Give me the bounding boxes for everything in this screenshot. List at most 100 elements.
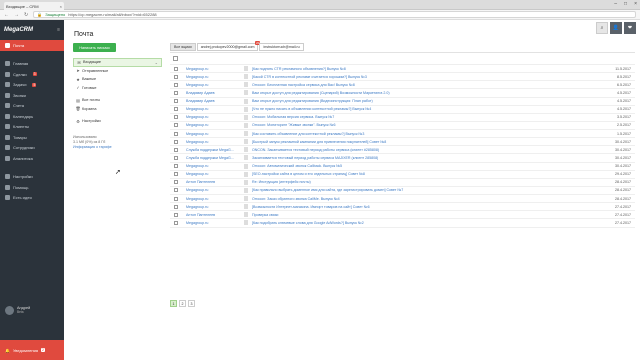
row-checkbox[interactable] (174, 204, 178, 209)
mail-row[interactable]: Megagroup.ru Orrooon: Мобильная версия се… (170, 114, 635, 122)
row-checkbox[interactable] (174, 90, 178, 95)
mail-row[interactable]: Megagroup.ru [Как поднять CTR рекламного … (170, 65, 635, 74)
mail-row[interactable]: Владимир Адаев Вам открыт доступ для реда… (170, 98, 635, 106)
row-checkbox[interactable] (174, 107, 178, 112)
sidebar-item-analytics[interactable]: Аналитика (0, 153, 64, 164)
mail-subject[interactable]: Orrooon: Автоматический звонок Callback.… (252, 164, 603, 168)
mail-subject[interactable]: Orrooon: Бесплатная настройка сервиса дл… (252, 83, 603, 87)
user-profile[interactable]: Андрей Beta (0, 300, 64, 320)
row-checkbox[interactable] (174, 164, 178, 169)
page-button[interactable]: 3 (188, 300, 195, 307)
sidebar-item-calls[interactable]: Звонки (0, 90, 64, 101)
back-icon[interactable]: ← (4, 12, 9, 18)
row-checkbox[interactable] (174, 123, 178, 128)
sidebar-item-tasks[interactable]: Задачи 5 (0, 80, 64, 91)
browser-tab[interactable]: Входящие – CRM × (4, 2, 64, 10)
folder-done[interactable]: ✓ Готовые (73, 84, 162, 93)
mail-subject[interactable]: Заканчивается тестовый период работы сер… (252, 156, 603, 160)
minimize-icon[interactable]: – (614, 1, 617, 7)
folder-all-mail[interactable]: ▤ Все почты (73, 96, 162, 105)
mail-subject[interactable]: [Как поднять CTR рекламного объявления?]… (252, 67, 603, 71)
tab-all-mailboxes[interactable]: Все ящики (170, 43, 196, 51)
sidebar-item-deals[interactable]: Сделки 3 (0, 69, 64, 80)
mail-subject[interactable]: Orrooon: Заказ обратного звонка CallMe. … (252, 197, 603, 201)
mail-row[interactable]: Megagroup.ru Orrooon: Бесплатная настройк… (170, 81, 635, 90)
mail-row[interactable]: Владимир Адаев Вам открыт доступ для реда… (170, 89, 635, 98)
mail-row[interactable]: Антон Пантелеев Проверка связи 27.4.2017 (170, 211, 635, 220)
mail-subject[interactable]: [SEO-настройки сайта в целом и его отдел… (252, 172, 603, 176)
row-checkbox[interactable] (174, 196, 178, 201)
gift-button[interactable]: ❤ (624, 22, 636, 34)
row-checkbox[interactable] (174, 74, 178, 79)
mail-subject[interactable]: Вам открыт доступ для редактирования (Ви… (252, 99, 603, 103)
search-button[interactable]: ⌕ (596, 22, 608, 34)
mail-row[interactable]: Megagroup.ru [Быстрый запуск рекламной ка… (170, 138, 635, 147)
tariff-link[interactable]: Информация о тарифе (73, 145, 162, 150)
mail-subject[interactable]: [Что не нужно писать в объявлении контек… (252, 107, 603, 111)
mail-row[interactable]: Megagroup.ru [Что не нужно писать в объяв… (170, 106, 635, 114)
mail-row[interactable]: Megagroup.ru [SEO-настройки сайта в целом… (170, 171, 635, 179)
row-checkbox[interactable] (174, 155, 178, 160)
notifications-button[interactable]: 🔔 Уведомления 2 (0, 340, 64, 360)
mail-row[interactable]: Служба поддержки MegaG... ONCON. Заканчив… (170, 146, 635, 155)
row-checkbox[interactable] (174, 115, 178, 120)
mail-subject[interactable]: Проверка связи (252, 213, 603, 217)
mail-subject[interactable]: [Возможности Интернет-магазина. Импорт т… (252, 205, 603, 209)
mail-row[interactable]: Megagroup.ru [Как составить объявление дл… (170, 130, 635, 139)
row-checkbox[interactable] (174, 139, 178, 144)
row-checkbox[interactable] (174, 99, 178, 104)
mail-row[interactable]: Megagroup.ru [Как правильно выбрать домен… (170, 187, 635, 195)
row-checkbox[interactable] (174, 66, 178, 71)
tab-mailru-account[interactable]: instruktorruch@mail.ru (259, 43, 304, 51)
reload-icon[interactable]: ↻ (24, 12, 28, 18)
mail-row[interactable]: Megagroup.ru Orrooon: Мониторинг "Живые з… (170, 122, 635, 130)
mail-subject[interactable]: Re: Инструкция (интерфейс почты) (252, 180, 603, 184)
profile-button[interactable]: 👤 (610, 22, 622, 34)
mail-subject[interactable]: [Как составить объявление для контекстно… (252, 132, 603, 136)
maximize-icon[interactable]: □ (624, 1, 627, 7)
sidebar-item-clients[interactable]: Клиенты (0, 122, 64, 133)
folder-important[interactable]: ★ Важные (73, 75, 162, 84)
mail-subject[interactable]: Orrooon: Мобильная версия сервиса. Выпус… (252, 115, 603, 119)
sidebar-item-idea[interactable]: Есть идея (0, 193, 64, 204)
mail-subject[interactable]: [Какой CTR в контекстной рекламе считает… (252, 75, 603, 79)
window-close-icon[interactable]: × (634, 1, 637, 7)
url-field[interactable]: 🔒 Защищено https://cp.megacrm.ru/mail/al… (33, 11, 636, 18)
sidebar-item-help[interactable]: Помощь (0, 182, 64, 193)
folder-settings[interactable]: ⚙ Настройки (73, 117, 162, 126)
page-button[interactable]: 2 (179, 300, 186, 307)
sidebar-item-invoices[interactable]: Счета (0, 101, 64, 112)
row-checkbox[interactable] (174, 131, 178, 136)
forward-icon[interactable]: → (14, 12, 19, 18)
mail-subject[interactable]: [Как правильно выбрать доменное имя для … (252, 188, 603, 192)
row-checkbox[interactable] (174, 172, 178, 177)
sidebar-item-staff[interactable]: Сотрудники (0, 143, 64, 154)
mail-row[interactable]: Megagroup.ru Orrooon: Автоматический звон… (170, 163, 635, 171)
mail-subject[interactable]: [Быстрый запуск рекламной кампании для п… (252, 140, 603, 144)
mail-row[interactable]: Антон Пантелеев Re: Инструкция (интерфейс… (170, 179, 635, 187)
row-checkbox[interactable] (174, 147, 178, 152)
mail-row[interactable]: Megagroup.ru [Какой CTR в контекстной рек… (170, 73, 635, 82)
folder-trash[interactable]: 🗑 Корзина (73, 105, 162, 114)
sidebar-item-home[interactable]: Главная (0, 59, 64, 70)
folder-sent[interactable]: ➤ Отправленные (73, 67, 162, 76)
page-button[interactable]: 1 (170, 300, 177, 307)
chevron-down-icon[interactable]: ⌄ (155, 60, 158, 65)
mail-row[interactable]: Megagroup.ru [Как подобрать ключевые слов… (170, 219, 635, 228)
sidebar-item-calendar[interactable]: Календарь (0, 111, 64, 122)
mail-subject[interactable]: [Как подобрать ключевые слова для Google… (252, 221, 603, 225)
menu-icon[interactable]: ≡ (57, 27, 60, 33)
row-checkbox[interactable] (174, 180, 178, 185)
sidebar-item-products[interactable]: Товары (0, 132, 64, 143)
mail-subject[interactable]: Orrooon: Мониторинг "Живые звонки". Выпу… (252, 123, 603, 127)
sidebar-item-settings[interactable]: Настройки (0, 172, 64, 183)
mail-subject[interactable]: Вам открыт доступ для редактирования (Сц… (252, 91, 603, 95)
mail-row[interactable]: Megagroup.ru [Возможности Интернет-магази… (170, 203, 635, 212)
row-checkbox[interactable] (174, 212, 178, 217)
row-checkbox[interactable] (174, 188, 178, 193)
row-checkbox[interactable] (174, 82, 178, 87)
tab-gmail-account[interactable]: andrej.prokopev2000@gmail.com 20 (196, 41, 261, 51)
mail-row[interactable]: Служба поддержки MegaG... Заканчивается т… (170, 154, 635, 163)
mail-row[interactable]: Megagroup.ru Orrooon: Заказ обратного зво… (170, 195, 635, 204)
sidebar-item-mail[interactable]: Почта (0, 40, 64, 51)
